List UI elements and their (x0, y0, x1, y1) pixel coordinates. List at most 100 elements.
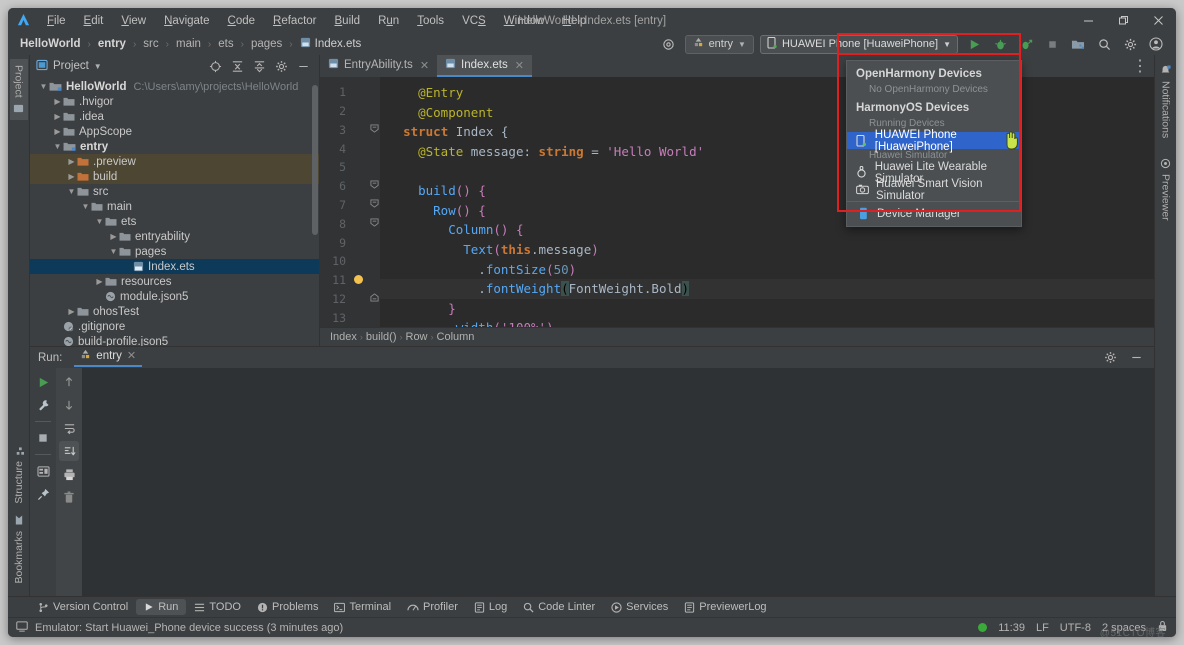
chevron-open-icon[interactable]: ▼ (52, 142, 63, 151)
close-icon[interactable]: ✕ (127, 349, 136, 362)
code-line-10[interactable]: .fontSize(50) (380, 259, 1154, 279)
menu-refactor[interactable]: Refactor (264, 12, 325, 30)
code-fold-open-icon[interactable] (370, 199, 379, 211)
tree-node-resources[interactable]: ▶resources (30, 274, 319, 289)
menu-vcs[interactable]: VCS (453, 12, 495, 30)
project-tree[interactable]: ▼HelloWorldC:\Users\amy\projects\HelloWo… (30, 77, 319, 346)
toolwindow-code-linter[interactable]: Code Linter (515, 599, 603, 615)
locate-icon[interactable] (205, 56, 225, 76)
menu-help[interactable]: Help (554, 12, 596, 30)
chevron-closed-icon[interactable]: ▶ (66, 172, 77, 181)
scroll-to-end-icon[interactable] (59, 441, 79, 461)
breadcrumb-project[interactable]: HelloWorld (18, 38, 82, 50)
code-line-5[interactable] (380, 161, 1154, 181)
code-line-12[interactable]: } (380, 299, 1154, 319)
chevron-closed-icon[interactable]: ▶ (52, 127, 63, 136)
toolwindow-profiler[interactable]: Profiler (399, 599, 466, 615)
tree-node-entryability[interactable]: ▶entryability (30, 229, 319, 244)
run-button[interactable] (964, 34, 984, 54)
menu-run[interactable]: Run (369, 12, 408, 30)
chevron-open-icon[interactable]: ▼ (108, 247, 119, 256)
gear-icon[interactable] (271, 56, 291, 76)
menu-navigate[interactable]: Navigate (155, 12, 218, 30)
run-panel-tab[interactable]: entry ✕ (74, 349, 142, 367)
code-line-6[interactable]: build() { (380, 181, 1154, 201)
toolwindow-previewerlog[interactable]: PreviewerLog (676, 599, 774, 615)
soft-wrap-icon[interactable] (59, 418, 79, 438)
menu-build[interactable]: Build (326, 12, 370, 30)
gutter-line-8[interactable]: 8 (320, 214, 380, 233)
dropdown-item-huawei-phone--huaweiphone-[interactable]: HUAWEI Phone [HuaweiPhone] (847, 132, 1021, 149)
sidebar-item-structure[interactable]: Structure (10, 440, 28, 510)
gutter-line-5[interactable]: 5 (320, 158, 380, 177)
gutter-line-13[interactable]: 13 (320, 308, 380, 327)
settings-icon[interactable] (1120, 34, 1140, 54)
toolwindow-version-control[interactable]: Version Control (30, 599, 136, 615)
code-line-8[interactable]: Column() { (380, 220, 1154, 240)
status-encoding[interactable]: UTF-8 (1060, 622, 1091, 634)
toolwindow-terminal[interactable]: Terminal (326, 599, 399, 615)
tree-node-appscope[interactable]: ▶AppScope (30, 124, 319, 139)
tree-node-entry[interactable]: ▼entry (30, 139, 319, 154)
code-line-13[interactable]: .width('100%') (380, 318, 1154, 327)
code-fold-close-icon[interactable] (370, 293, 379, 305)
device-dropdown-menu[interactable]: OpenHarmony DevicesNo OpenHarmony Device… (846, 60, 1022, 227)
dropdown-item-huawei-smart-vision-simulator[interactable]: Huawei Smart Vision Simulator (847, 181, 1021, 198)
up-icon[interactable] (59, 372, 79, 392)
code-fold-open-icon[interactable] (370, 218, 379, 230)
editor-crumb-2[interactable]: Row (406, 331, 428, 343)
code-line-2[interactable]: @Component (380, 103, 1154, 123)
breadcrumb-file[interactable]: Index.ets (298, 37, 364, 51)
editor-crumb-3[interactable]: Column (437, 331, 475, 343)
breadcrumb-module[interactable]: entry (96, 38, 128, 50)
sidebar-item-bookmarks[interactable]: Bookmarks (10, 509, 28, 590)
menu-window[interactable]: Window (495, 12, 554, 30)
menu-bar[interactable]: File Edit View Navigate Code Refactor Bu… (38, 12, 595, 30)
rerun-button[interactable] (33, 372, 53, 392)
layout-icon[interactable] (33, 461, 53, 481)
chevron-closed-icon[interactable]: ▶ (52, 97, 63, 106)
editor-tab-entryability[interactable]: EntryAbility.ts ✕ (320, 55, 437, 77)
tool-window-bar[interactable]: Version ControlRunTODOProblemsTerminalPr… (8, 596, 1176, 617)
tree-node-ohostest[interactable]: ▶ohosTest (30, 304, 319, 319)
stop-button[interactable] (1042, 34, 1062, 54)
chevron-closed-icon[interactable]: ▶ (94, 277, 105, 286)
toolwindow-services[interactable]: Services (603, 599, 676, 615)
menu-tools[interactable]: Tools (408, 12, 453, 30)
gutter-line-10[interactable]: 10 (320, 252, 380, 271)
editor-tab-overflow[interactable]: ⋮ (1132, 55, 1154, 77)
run-with-profiler-button[interactable] (1016, 34, 1036, 54)
print-icon[interactable] (59, 464, 79, 484)
collapse-all-icon[interactable] (227, 56, 247, 76)
run-configuration-selector[interactable]: entry ▼ (685, 35, 754, 54)
code-line-4[interactable]: @State message: string = 'Hello World' (380, 142, 1154, 162)
toolwindow-run[interactable]: Run (136, 599, 186, 615)
settings-gear-icon[interactable] (659, 34, 679, 54)
stop-button[interactable] (33, 428, 53, 448)
menu-file[interactable]: File (38, 12, 75, 30)
trash-icon[interactable] (59, 487, 79, 507)
chevron-closed-icon[interactable]: ▶ (66, 157, 77, 166)
tree-node--preview[interactable]: ▶.preview (30, 154, 319, 169)
close-icon[interactable]: ✕ (515, 59, 524, 72)
editor-gutter[interactable]: 12345678910111213 (320, 77, 380, 327)
chevron-closed-icon[interactable]: ▶ (52, 112, 63, 121)
gutter-line-1[interactable]: 1 (320, 83, 380, 102)
close-icon[interactable]: ✕ (420, 59, 429, 72)
gutter-line-3[interactable]: 3 (320, 121, 380, 140)
intention-bulb-icon[interactable] (354, 273, 363, 287)
code-line-3[interactable]: struct Index { (380, 122, 1154, 142)
device-selector[interactable]: HUAWEI Phone [HuaweiPhone] ▼ (760, 35, 958, 54)
code-line-7[interactable]: Row() { (380, 201, 1154, 221)
breadcrumb-src[interactable]: src (141, 38, 160, 50)
code-line-1[interactable]: @Entry (380, 83, 1154, 103)
device-manager-button[interactable] (1068, 34, 1088, 54)
gutter-line-2[interactable]: 2 (320, 102, 380, 121)
pin-icon[interactable] (33, 484, 53, 504)
status-line-separator[interactable]: LF (1036, 622, 1049, 634)
minimize-panel-icon[interactable] (1126, 348, 1146, 368)
tree-node-pages[interactable]: ▼pages (30, 244, 319, 259)
tree-node-index-ets[interactable]: Index.ets (30, 259, 319, 274)
menu-edit[interactable]: Edit (75, 12, 113, 30)
debug-button[interactable] (990, 34, 1010, 54)
